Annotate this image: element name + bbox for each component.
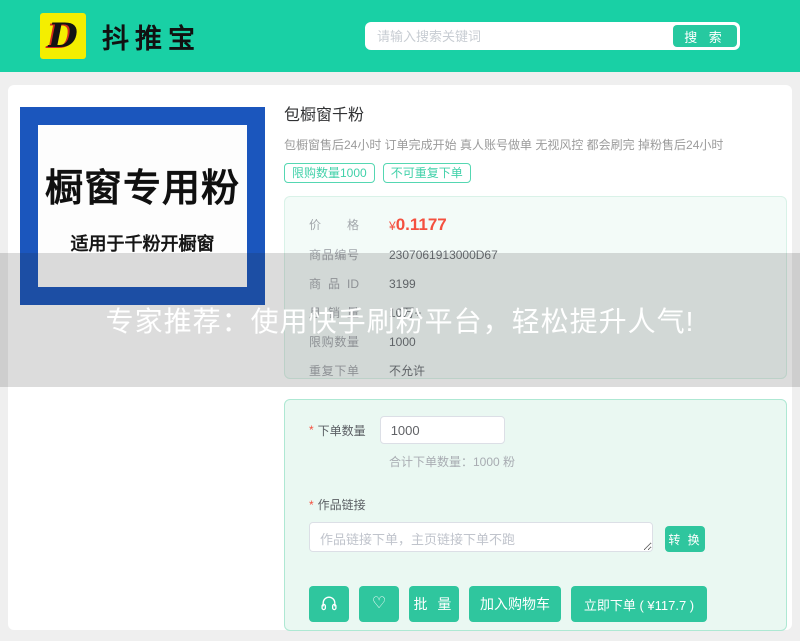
price-currency-symbol: ¥ [389,219,396,233]
product-title: 包橱窗千粉 [284,101,787,125]
add-to-cart-button[interactable]: 加入购物车 [469,586,561,622]
favorite-button[interactable]: ♡ [359,586,399,622]
brand-name: 抖推宝 [102,17,201,56]
product-description: 包橱窗售后24小时 订单完成开始 真人账号做单 无视风控 都会刷完 掉粉售后24… [284,136,787,153]
quantity-label: 下单数量 [318,422,366,439]
app-header: D 抖推宝 搜 索 [0,0,800,72]
product-image-title: 橱窗专用粉 [45,157,240,212]
buy-now-button[interactable]: 立即下单 ( ¥117.7 ) [571,586,707,622]
price-label: 价格 [309,216,359,233]
link-label: 作品链接 [318,496,366,513]
price-value: ¥0.1177 [389,215,447,235]
product-image-subtitle: 适用于千粉开橱窗 [71,230,215,256]
required-mark: * [309,423,314,437]
price-amount: 0.1177 [396,215,447,234]
headset-icon [320,595,338,614]
product-tags: 限购数量1000 不可重复下单 [284,163,787,183]
search-button[interactable]: 搜 索 [673,25,737,47]
action-buttons-row: ♡ 批 量 加入购物车 立即下单 ( ¥117.7 ) [309,586,786,622]
convert-button[interactable]: 转 换 [665,526,705,552]
order-form-panel: * 下单数量 合计下单数量：1000 粉 * 作品链接 转 换 [284,399,787,631]
search-input[interactable] [377,29,673,44]
promo-overlay-band: 专家推荐：使用快手刷粉平台，轻松提升人气! [0,253,800,387]
heart-icon: ♡ [372,596,386,612]
link-input-row: 转 换 [309,522,786,552]
promo-banner-text: 专家推荐：使用快手刷粉平台，轻松提升人气! [106,300,695,340]
brand-logo: D [40,13,86,59]
info-row-price: 价格 ¥0.1177 [309,209,786,240]
quantity-summary: 合计下单数量：1000 粉 [389,453,786,470]
quantity-input[interactable] [380,416,505,444]
tag-no-repeat: 不可重复下单 [383,163,471,183]
link-label-row: * 作品链接 [309,496,786,513]
required-mark: * [309,498,314,512]
tag-purchase-limit: 限购数量1000 [284,163,375,183]
search-bar: 搜 索 [365,22,740,50]
quantity-row: * 下单数量 [309,416,786,444]
batch-button[interactable]: 批 量 [409,586,459,622]
customer-service-button[interactable] [309,586,349,622]
link-textarea[interactable] [309,522,653,552]
logo-d-icon: D [48,16,77,56]
